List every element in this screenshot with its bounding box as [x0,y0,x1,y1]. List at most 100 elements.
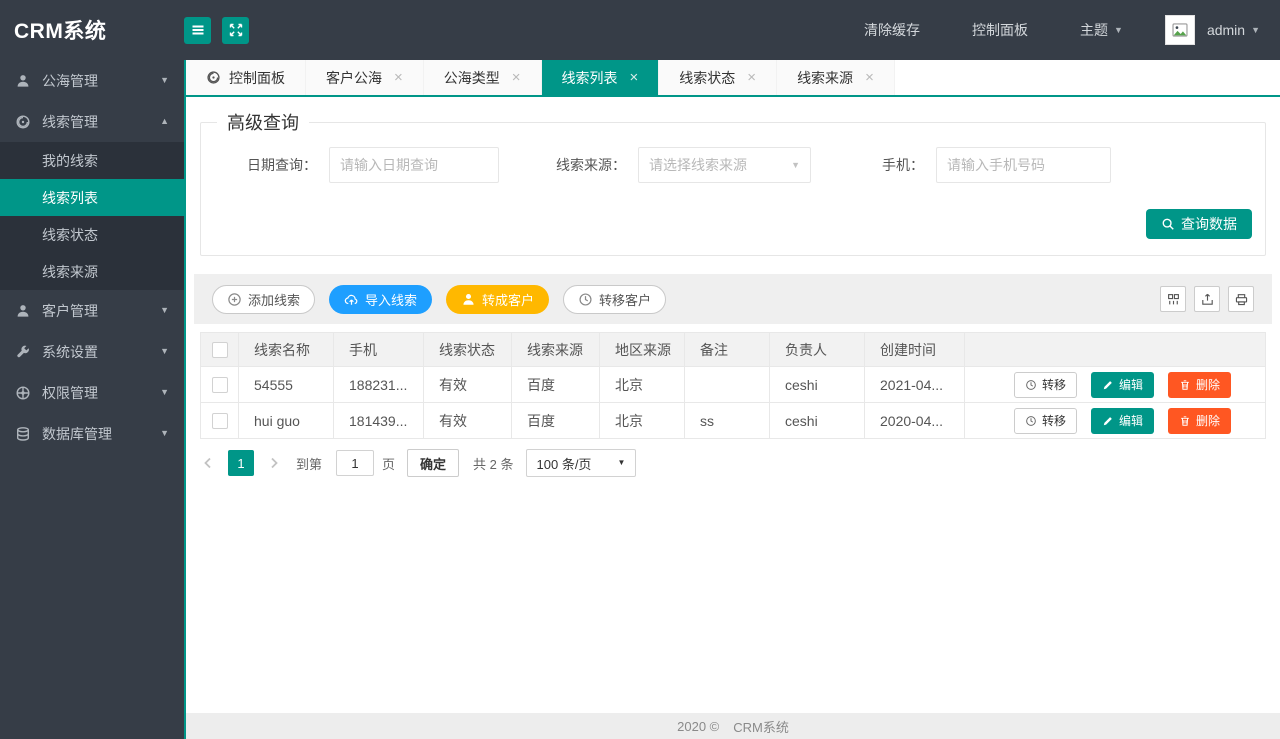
col-header-source: 线索来源 [512,333,600,367]
collapse-sidebar-button[interactable] [184,17,211,44]
clear-cache-link[interactable]: 清除缓存 [838,20,946,40]
tab-lead-status[interactable]: 线索状态 × [659,60,777,95]
footer-brand: CRM系统 [733,717,789,736]
page-size-select[interactable]: 100 条/页 ▼ [526,449,637,477]
image-placeholder-icon [1171,21,1189,39]
sidebar-submenu: 我的线索 线索列表 线索状态 线索来源 [0,142,184,290]
current-page-button[interactable]: 1 [228,450,254,476]
row-transfer-button[interactable]: 转移 [1014,408,1077,434]
close-icon[interactable]: × [747,70,756,85]
tab-lead-source[interactable]: 线索来源 × [777,60,895,95]
user-icon [15,73,31,89]
clock-icon [578,292,593,307]
goto-page-input[interactable] [336,450,374,476]
cell-source: 百度 [512,367,600,403]
lead-source-select[interactable]: 请选择线索来源 ▼ [638,147,811,183]
total-count-label: 共 2 条 [473,454,513,473]
cell-source: 百度 [512,403,600,439]
close-icon[interactable]: × [630,70,639,85]
close-icon[interactable]: × [865,70,874,85]
sidebar-subitem-lead-list[interactable]: 线索列表 [0,179,184,216]
sidebar-subitem-my-leads[interactable]: 我的线索 [0,142,184,179]
filter-columns-button[interactable] [1160,286,1186,312]
row-edit-button[interactable]: 编辑 [1091,372,1154,398]
fullscreen-button[interactable] [222,17,249,44]
header-right: 清除缓存 控制面板 主题▼ admin▼ [838,15,1280,45]
sidebar-item-database[interactable]: 数据库管理 ▼ [0,413,184,454]
goto-confirm-button[interactable]: 确定 [407,449,459,477]
import-leads-button[interactable]: 导入线索 [329,285,432,314]
trash-icon [1179,415,1191,427]
add-lead-button[interactable]: 添加线索 [212,285,315,314]
caret-down-icon: ▼ [791,161,800,170]
table-toolbar: 添加线索 导入线索 转成客户 转移客户 [194,274,1272,324]
next-page-icon[interactable] [266,455,282,471]
convert-customer-button[interactable]: 转成客户 [446,285,549,314]
tab-content: 高级查询 日期查询： 线索来源： 请选择线索来源 ▼ 手机： [186,97,1280,713]
sidebar-item-gonghai[interactable]: 公海管理 ▼ [0,60,184,101]
row-delete-button[interactable]: 删除 [1168,372,1231,398]
caret-down-icon: ▼ [617,459,625,467]
clock-icon [1025,415,1037,427]
compass-icon [206,70,221,85]
col-header-owner: 负责人 [770,333,865,367]
row-checkbox[interactable] [212,377,228,393]
pencil-icon [1102,379,1114,391]
pagination: 1 到第 页 确定 共 2 条 100 条/页 ▼ [200,449,1266,477]
query-data-button[interactable]: 查询数据 [1146,209,1252,239]
row-transfer-button[interactable]: 转移 [1014,372,1077,398]
trash-icon [1179,379,1191,391]
col-header-note: 备注 [685,333,770,367]
plus-circle-icon [227,292,242,307]
table-row: hui guo 181439... 有效 百度 北京 ss ceshi 2020… [201,403,1266,439]
cell-phone: 188231... [334,367,424,403]
table-row: 54555 188231... 有效 百度 北京 ceshi 2021-04..… [201,367,1266,403]
goto-prefix-label: 到第 [296,454,322,473]
cell-note: ss [685,403,770,439]
clock-icon [1025,379,1037,391]
row-edit-button[interactable]: 编辑 [1091,408,1154,434]
tab-pool-type[interactable]: 公海类型 × [424,60,542,95]
sidebar-item-customer[interactable]: 客户管理 ▼ [0,290,184,331]
tab-customer-pool[interactable]: 客户公海 × [306,60,424,95]
cell-owner: ceshi [770,403,865,439]
cell-phone: 181439... [334,403,424,439]
pencil-icon [1102,415,1114,427]
row-checkbox[interactable] [212,413,228,429]
wrench-icon [15,344,31,360]
app-logo: CRM系统 [0,15,184,45]
print-button[interactable] [1228,286,1254,312]
phone-input[interactable] [936,147,1111,183]
goto-suffix-label: 页 [382,454,395,473]
cell-name: 54555 [239,367,334,403]
transfer-customer-button[interactable]: 转移客户 [563,285,666,314]
col-header-created: 创建时间 [865,333,965,367]
row-delete-button[interactable]: 删除 [1168,408,1231,434]
export-icon [1200,292,1215,307]
cloud-upload-icon [344,292,359,307]
user-menu[interactable]: admin▼ [1207,22,1260,38]
tab-control-panel[interactable]: 控制面板 [186,60,306,95]
tab-lead-list[interactable]: 线索列表 × [542,60,660,95]
cell-status: 有效 [424,403,512,439]
prev-page-icon[interactable] [200,455,216,471]
theme-dropdown[interactable]: 主题▼ [1054,20,1149,40]
close-icon[interactable]: × [394,70,403,85]
close-icon[interactable]: × [512,70,521,85]
sidebar-item-permissions[interactable]: 权限管理 ▼ [0,372,184,413]
cell-created: 2020-04... [865,403,965,439]
sidebar-item-settings[interactable]: 系统设置 ▼ [0,331,184,372]
date-query-input[interactable] [329,147,499,183]
export-button[interactable] [1194,286,1220,312]
sidebar-subitem-lead-source[interactable]: 线索来源 [0,253,184,290]
page-footer: 2020 © CRM系统 [186,713,1280,739]
caret-down-icon: ▼ [160,388,169,397]
sidebar-subitem-lead-status[interactable]: 线索状态 [0,216,184,253]
avatar[interactable] [1165,15,1195,45]
control-panel-link[interactable]: 控制面板 [946,20,1054,40]
cell-region: 北京 [600,403,685,439]
caret-down-icon: ▼ [160,76,169,85]
sidebar-item-xiansuo[interactable]: 线索管理 ▲ [0,101,184,142]
select-all-checkbox[interactable] [212,342,228,358]
footer-year: 2020 © [677,719,719,734]
